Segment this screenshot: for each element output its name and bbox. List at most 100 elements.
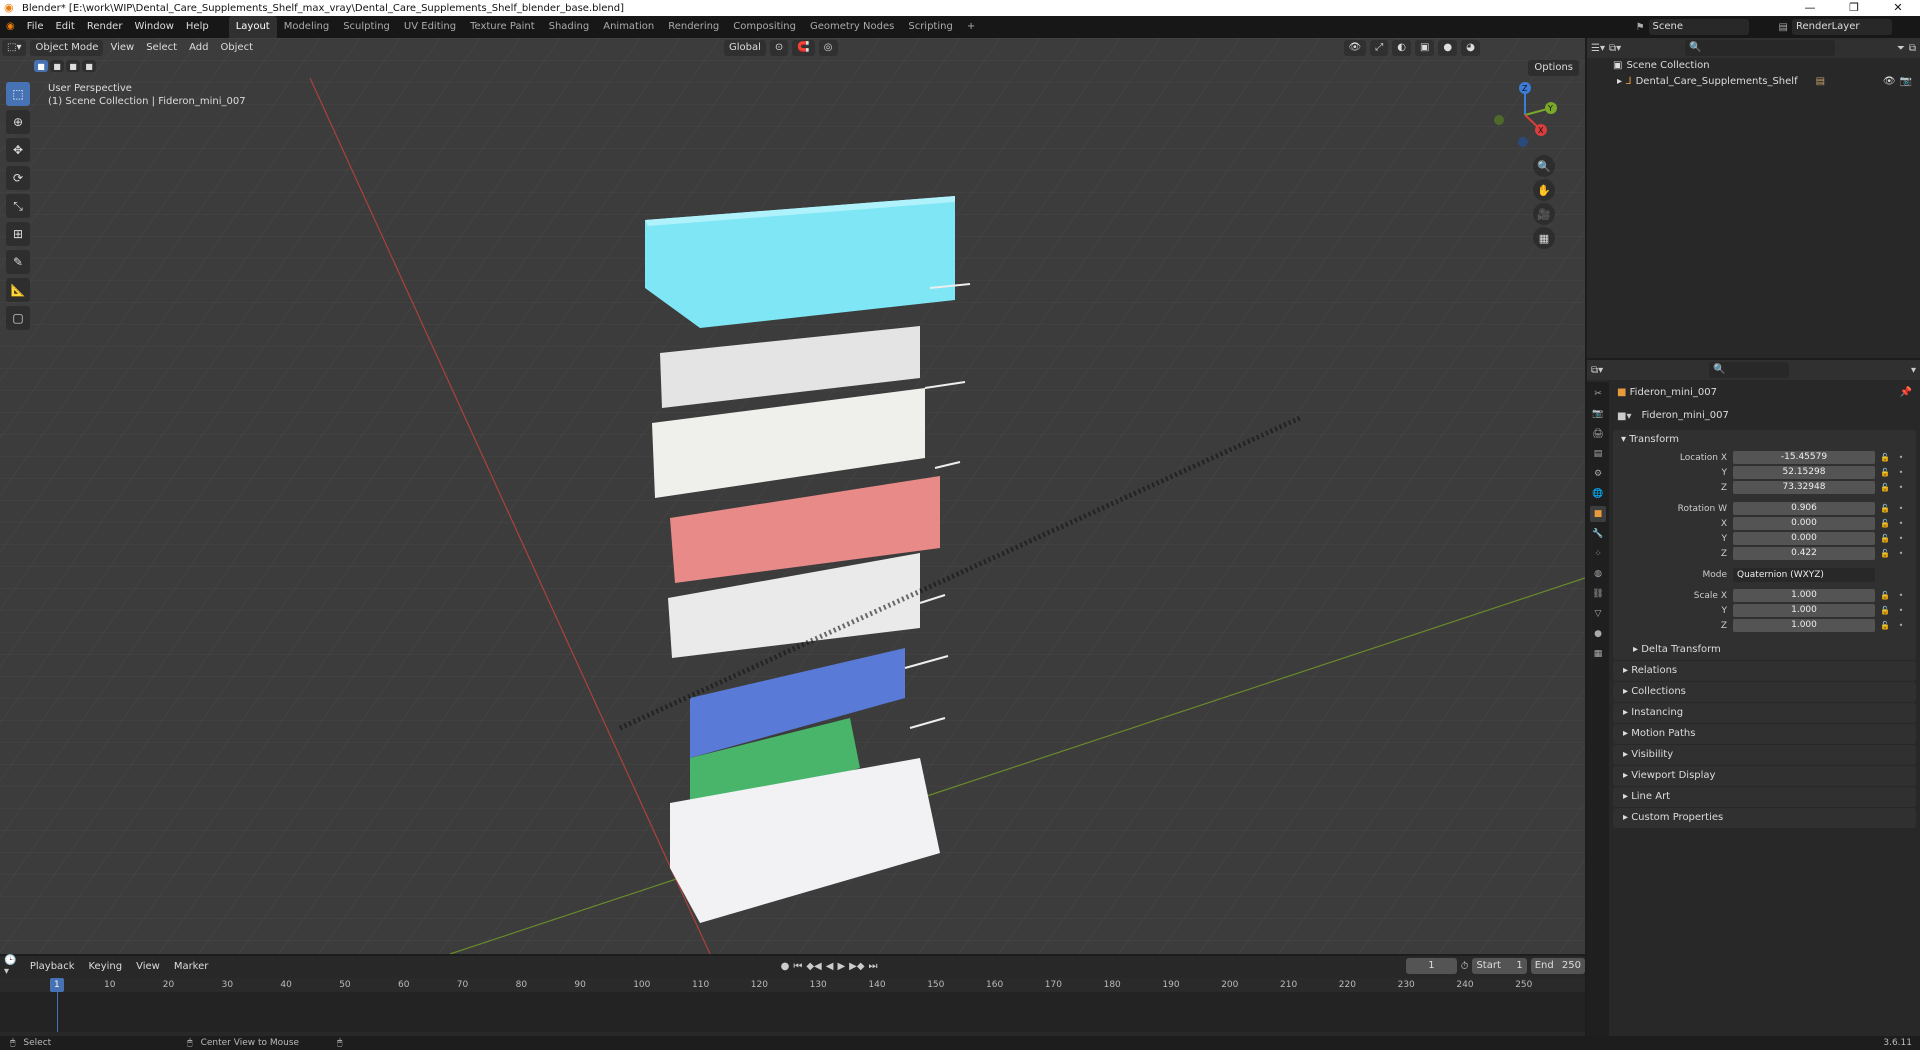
- render-layer-selector[interactable]: RenderLayer: [1792, 19, 1892, 35]
- playhead-marker[interactable]: 1: [50, 978, 64, 992]
- workspace-tab-modeling[interactable]: Modeling: [277, 16, 337, 38]
- object-name-field[interactable]: Fideron_mini_007: [1637, 408, 1916, 424]
- scale-icon[interactable]: ⤡: [6, 194, 30, 218]
- properties-options-icon[interactable]: ▾: [1911, 365, 1916, 376]
- blender-menu-icon[interactable]: ◉: [0, 16, 21, 38]
- expand-arrow-icon[interactable]: ▸: [1617, 74, 1622, 90]
- lock-icon[interactable]: 🔓: [1879, 591, 1891, 600]
- pin-icon[interactable]: 📌: [1900, 382, 1912, 404]
- data-tab-icon[interactable]: ▽: [1590, 606, 1606, 622]
- panel-custom-properties[interactable]: ▸ Custom Properties: [1613, 808, 1916, 828]
- location-z-field[interactable]: 73.32948: [1733, 481, 1875, 494]
- rotation-w-field[interactable]: 0.906: [1733, 502, 1875, 515]
- rotation-x-field[interactable]: 0.000: [1733, 517, 1875, 530]
- jump-end-icon[interactable]: ⏭: [869, 961, 878, 972]
- scale-x-field[interactable]: 1.000: [1733, 589, 1875, 602]
- jump-start-icon[interactable]: ⏮: [793, 961, 802, 972]
- material-tab-icon[interactable]: ●: [1590, 626, 1606, 642]
- workspace-tab-texture-paint[interactable]: Texture Paint: [463, 16, 542, 38]
- menu-window[interactable]: Window: [128, 16, 179, 38]
- add-cube-icon[interactable]: ▢: [6, 306, 30, 330]
- annotate-icon[interactable]: ✎: [6, 250, 30, 274]
- menu-edit[interactable]: Edit: [49, 16, 80, 38]
- lock-icon[interactable]: 🔓: [1879, 468, 1891, 477]
- properties-search-input[interactable]: 🔍: [1709, 362, 1790, 378]
- workspace-tab-shading[interactable]: Shading: [542, 16, 597, 38]
- panel-visibility[interactable]: ▸ Visibility: [1613, 745, 1916, 765]
- editor-type-button[interactable]: ⬚▾: [2, 40, 27, 56]
- rotate-icon[interactable]: ⟳: [6, 166, 30, 190]
- render-camera-icon[interactable]: 📷: [1900, 74, 1912, 90]
- mode-selector[interactable]: Object Mode: [30, 40, 104, 56]
- transform-icon[interactable]: ⊞: [6, 222, 30, 246]
- timeline-track[interactable]: [0, 992, 1585, 1032]
- properties-editor-icon[interactable]: ⧉▾: [1591, 365, 1603, 376]
- proportional-edit-icon[interactable]: ◎: [818, 40, 838, 56]
- gizmo-icon[interactable]: ⤢: [1370, 40, 1389, 56]
- panel-instancing[interactable]: ▸ Instancing: [1613, 703, 1916, 723]
- texture-tab-icon[interactable]: ▦: [1590, 646, 1606, 662]
- select-subtract-icon[interactable]: ■: [66, 60, 80, 72]
- modifier-tab-icon[interactable]: 🔧: [1590, 526, 1606, 542]
- lock-icon[interactable]: 🔓: [1879, 549, 1891, 558]
- lock-icon[interactable]: 🔓: [1879, 519, 1891, 528]
- measure-icon[interactable]: 📐: [6, 278, 30, 302]
- menu-file[interactable]: File: [21, 16, 50, 38]
- pivot-icon[interactable]: ⊙: [769, 40, 789, 56]
- workspace-tab-scripting[interactable]: Scripting: [901, 16, 959, 38]
- workspace-tab-animation[interactable]: Animation: [596, 16, 661, 38]
- lock-icon[interactable]: 🔓: [1879, 606, 1891, 615]
- end-frame-field[interactable]: End 250: [1530, 958, 1585, 974]
- transform-panel-header[interactable]: ▾ Transform: [1613, 430, 1916, 450]
- object-menu[interactable]: Object: [215, 40, 258, 56]
- panel-collections[interactable]: ▸ Collections: [1613, 682, 1916, 702]
- menu-render[interactable]: Render: [81, 16, 129, 38]
- ortho-grid-icon[interactable]: ▦: [1533, 227, 1555, 249]
- outliner-search-input[interactable]: 🔍: [1685, 40, 1836, 56]
- object-tab-icon[interactable]: ■: [1590, 506, 1606, 522]
- view-menu[interactable]: View: [105, 40, 139, 56]
- constraints-tab-icon[interactable]: ⛓: [1590, 586, 1606, 602]
- workspace-tab-rendering[interactable]: Rendering: [661, 16, 726, 38]
- transform-orientation-selector[interactable]: Global: [724, 40, 766, 56]
- play-reverse-icon[interactable]: ◀: [826, 961, 834, 972]
- world-tab-icon[interactable]: 🌐: [1590, 486, 1606, 502]
- select-box-icon[interactable]: ⬚: [6, 82, 30, 106]
- delta-transform-subpanel[interactable]: ▸ Delta Transform: [1623, 640, 1916, 660]
- keyframe-dot-icon[interactable]: •: [1895, 606, 1907, 615]
- scale-z-field[interactable]: 1.000: [1733, 619, 1875, 632]
- keyframe-dot-icon[interactable]: •: [1895, 534, 1907, 543]
- maximize-icon[interactable]: ❐: [1832, 0, 1876, 16]
- playback-menu[interactable]: Playback: [25, 961, 80, 972]
- scene-selector[interactable]: Scene: [1648, 19, 1749, 35]
- overlay-icon[interactable]: ◐: [1392, 40, 1411, 56]
- rotation-mode-dropdown[interactable]: Quaternion (WXYZ): [1733, 567, 1875, 582]
- menu-help[interactable]: Help: [180, 16, 215, 38]
- outliner-scene-collection[interactable]: ▣ Scene Collection: [1587, 58, 1920, 74]
- panel-viewport-display[interactable]: ▸ Viewport Display: [1613, 766, 1916, 786]
- start-frame-field[interactable]: Start 1: [1472, 958, 1527, 974]
- minimize-icon[interactable]: —: [1788, 0, 1832, 16]
- lock-icon[interactable]: 🔓: [1879, 621, 1891, 630]
- rotation-z-field[interactable]: 0.422: [1733, 547, 1875, 560]
- options-button[interactable]: Options: [1528, 60, 1579, 76]
- view-layer-tab-icon[interactable]: ▤: [1590, 446, 1606, 462]
- shading-solid-icon[interactable]: ●: [1438, 40, 1458, 56]
- outliner-item[interactable]: ▸ ⅃ Dental_Care_Supplements_Shelf ▤ 👁 📷: [1587, 74, 1920, 90]
- cursor-icon[interactable]: ⊕: [6, 110, 30, 134]
- particles-tab-icon[interactable]: ⁘: [1590, 546, 1606, 562]
- render-tab-icon[interactable]: 📷: [1590, 406, 1606, 422]
- timeline-editor-icon[interactable]: 🕒▾: [4, 955, 21, 977]
- keyframe-dot-icon[interactable]: •: [1895, 549, 1907, 558]
- clock-icon[interactable]: ⏱: [1461, 961, 1469, 972]
- keying-menu[interactable]: Keying: [83, 961, 127, 972]
- marker-menu[interactable]: Marker: [169, 961, 214, 972]
- snap-icon[interactable]: 🧲: [792, 40, 815, 56]
- play-icon[interactable]: ▶: [837, 961, 845, 972]
- output-tab-icon[interactable]: 🖨: [1590, 426, 1606, 442]
- add-menu[interactable]: Add: [184, 40, 213, 56]
- keyframe-dot-icon[interactable]: •: [1895, 468, 1907, 477]
- camera-icon[interactable]: 🎥: [1533, 203, 1555, 225]
- close-icon[interactable]: ✕: [1876, 0, 1920, 16]
- move-icon[interactable]: ✥: [6, 138, 30, 162]
